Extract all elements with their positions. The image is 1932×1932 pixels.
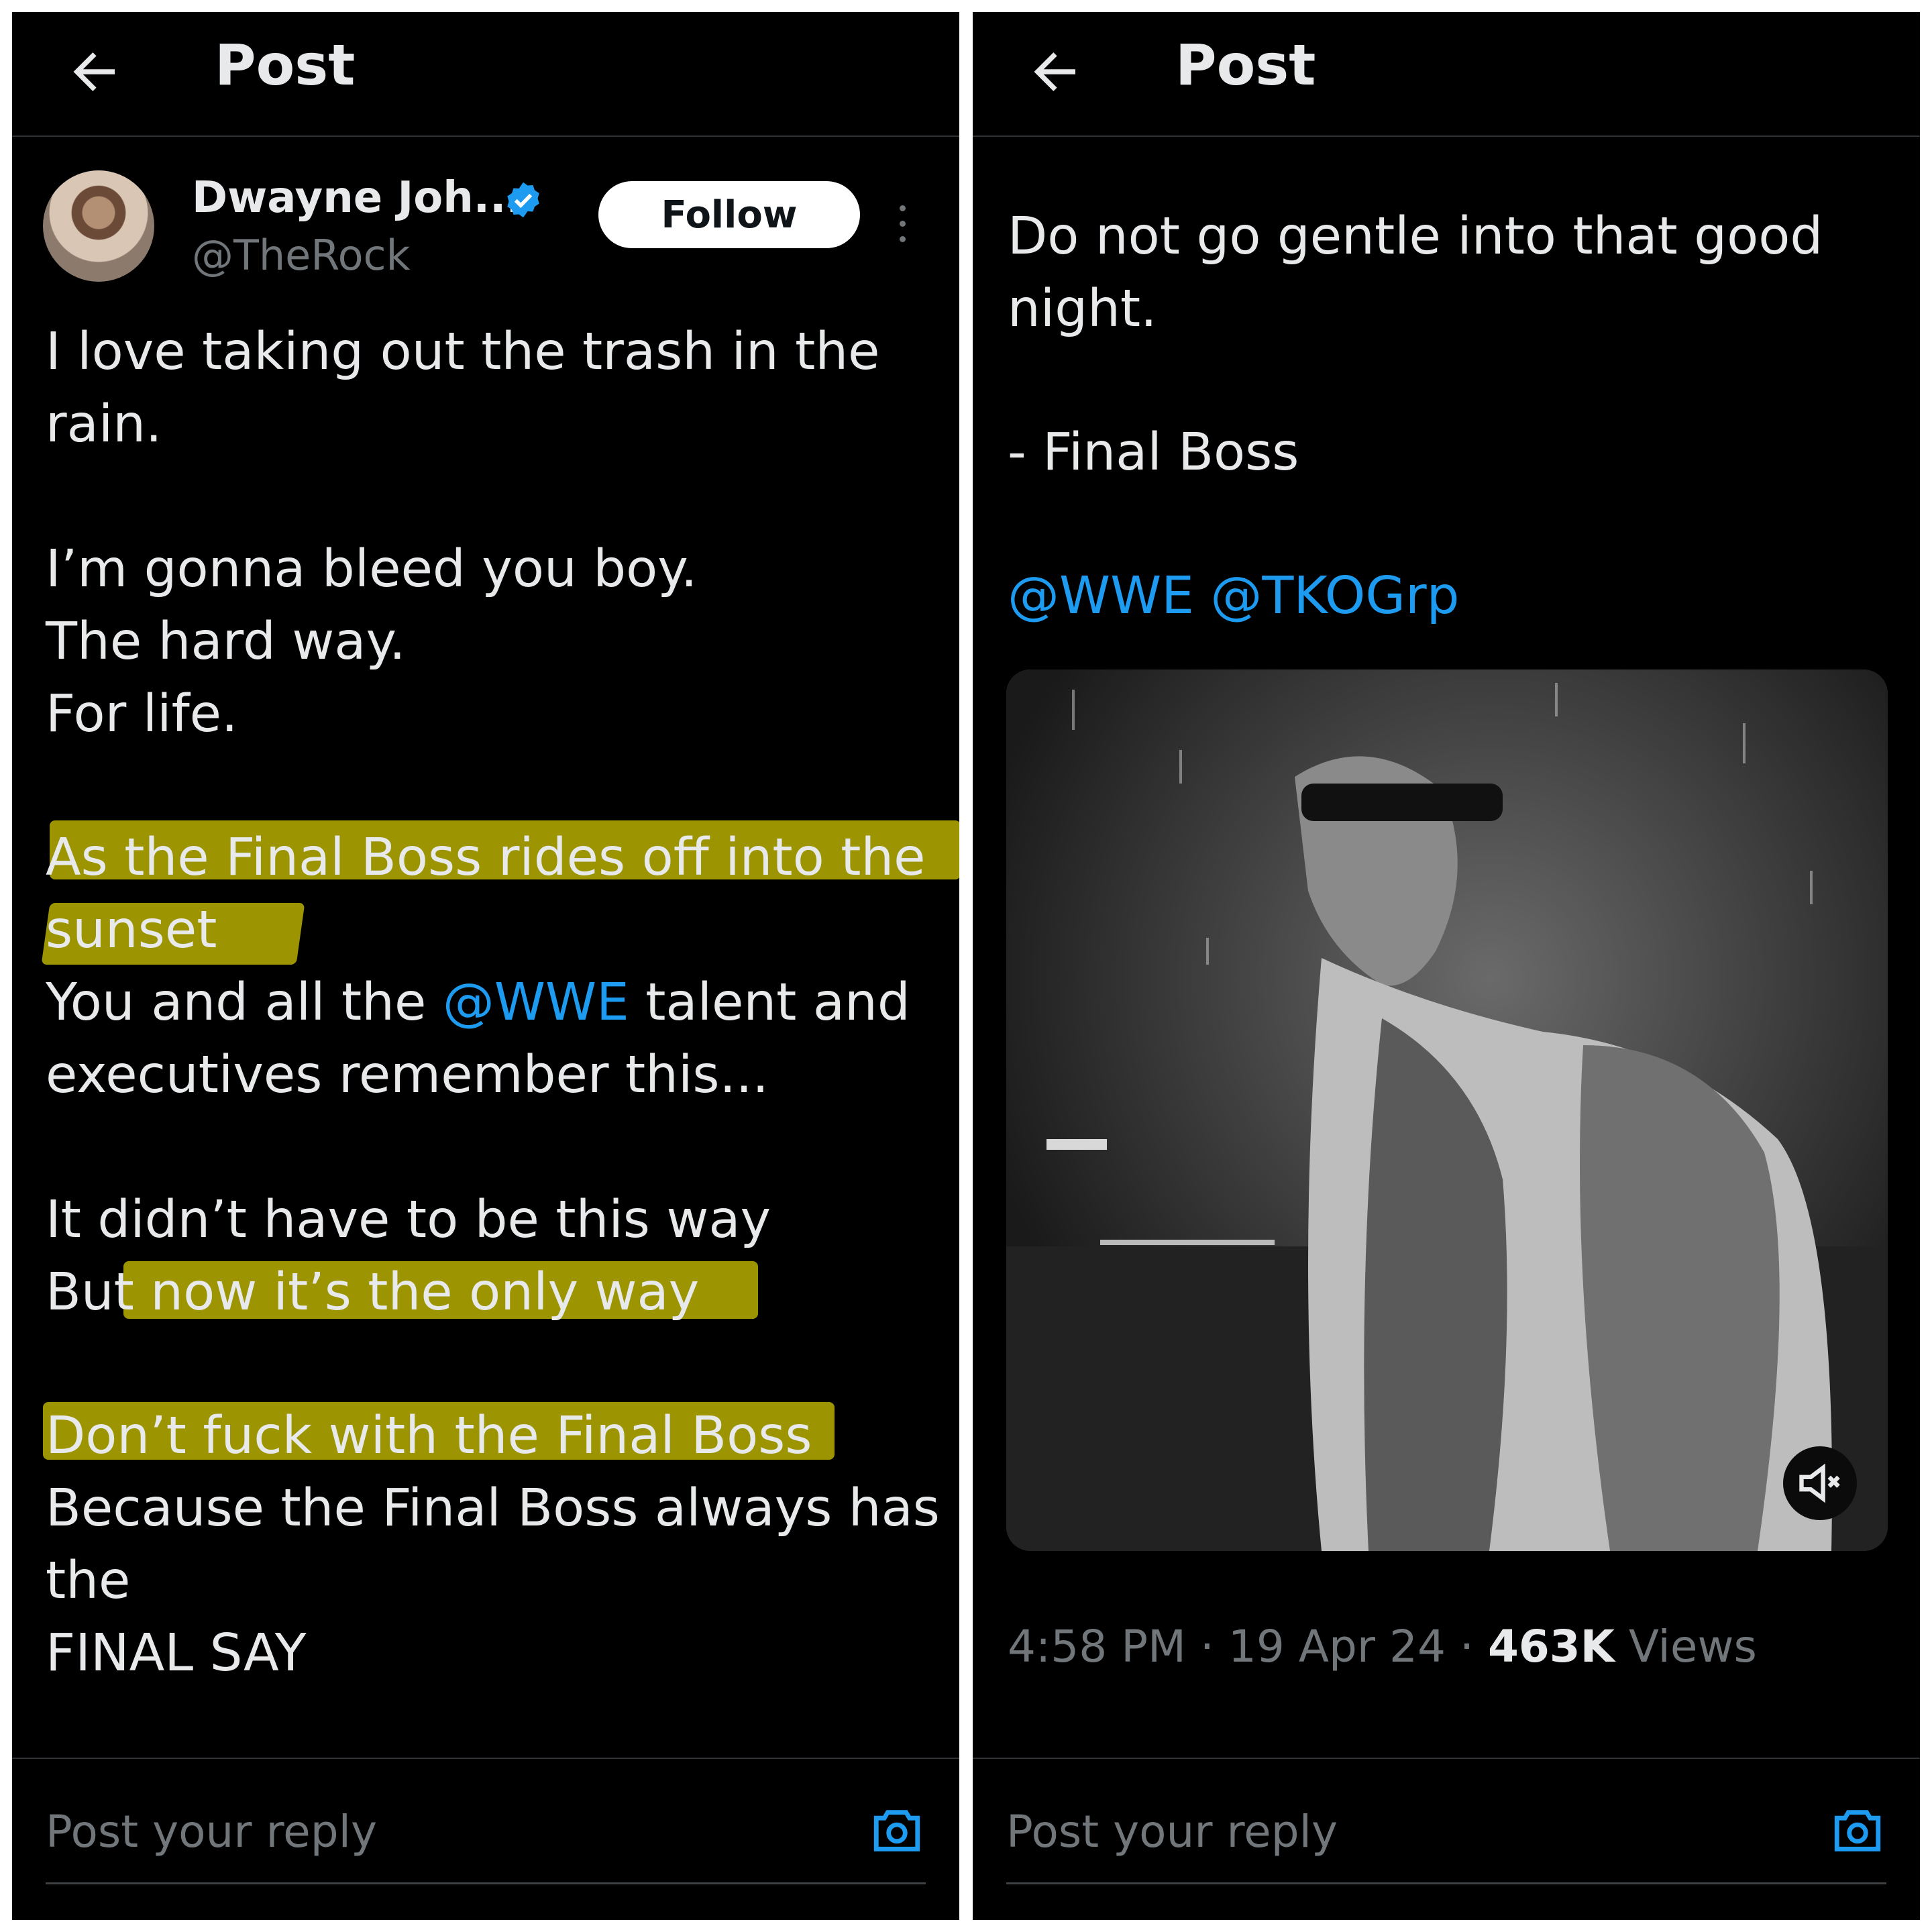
reply-bar: Post your reply <box>12 1758 959 1920</box>
post-line: It didn’t have to be this way <box>46 1190 771 1250</box>
avatar[interactable] <box>43 170 154 282</box>
meta-separator: · <box>1185 1621 1228 1672</box>
right-post-panel: Post Do not go gentle into that good nig… <box>973 12 1920 1920</box>
post-line: executives remember this... <box>46 1045 769 1105</box>
post-line: rain. <box>46 394 162 454</box>
post-text-span: talent and <box>629 973 910 1032</box>
post-time: 4:58 PM <box>1008 1621 1186 1672</box>
more-options-icon[interactable] <box>896 205 908 248</box>
left-post-panel: Post Dwayne Joh... @TheRock Follow I lov… <box>12 12 959 1920</box>
post-line: sunset <box>46 900 217 960</box>
back-arrow-icon[interactable] <box>64 42 125 102</box>
post-header: Post <box>973 12 1920 137</box>
post-line: For life. <box>46 684 238 744</box>
reply-input[interactable]: Post your reply <box>1006 1806 1338 1858</box>
reply-bar: Post your reply <box>973 1758 1920 1920</box>
post-line: Because the Final Boss always has <box>46 1479 940 1538</box>
post-line: night. <box>1008 279 1157 339</box>
views-count[interactable]: 463K <box>1488 1621 1615 1672</box>
post-line: The hard way. <box>46 612 406 672</box>
page-title: Post <box>1175 32 1316 98</box>
post-metadata: 4:58 PM · 19 Apr 24 · 463K Views <box>1008 1621 1757 1672</box>
author-name[interactable]: Dwayne Joh... <box>192 173 523 223</box>
post-text-span: You and all the <box>46 973 443 1032</box>
mention-link-wwe[interactable]: @WWE <box>443 973 629 1032</box>
views-label: Views <box>1614 1621 1757 1672</box>
post-line: the <box>46 1551 131 1611</box>
post-line: You and all the @WWE talent and <box>46 967 910 1038</box>
post-line: I’m gonna bleed you boy. <box>46 539 698 599</box>
post-line: FINAL SAY <box>46 1623 307 1683</box>
mention-links[interactable]: @WWE @TKOGrp <box>1008 561 1460 632</box>
mute-button[interactable] <box>1783 1446 1857 1520</box>
reply-underline <box>46 1882 926 1884</box>
verified-badge-icon <box>507 182 539 218</box>
post-header: Post <box>12 12 959 137</box>
follow-button[interactable]: Follow <box>598 181 860 248</box>
camera-icon[interactable] <box>869 1803 924 1858</box>
post-line: Don’t fuck with the Final Boss <box>46 1406 812 1466</box>
author-handle[interactable]: @TheRock <box>192 231 411 280</box>
post-line: But now it’s the only way <box>46 1263 700 1322</box>
post-line: I love taking out the trash in the <box>46 322 880 382</box>
camera-icon[interactable] <box>1830 1803 1885 1858</box>
page-title: Post <box>215 32 356 98</box>
post-line: Do not go gentle into that good <box>1008 207 1823 266</box>
reply-underline <box>1006 1882 1886 1884</box>
post-line: - Final Boss <box>1008 423 1299 482</box>
meta-separator: · <box>1446 1621 1488 1672</box>
post-line: As the Final Boss rides off into the <box>46 828 926 888</box>
video-frame <box>1006 669 1888 1551</box>
video-player[interactable] <box>1006 669 1888 1551</box>
post-date: 19 Apr 24 <box>1228 1621 1446 1672</box>
reply-input[interactable]: Post your reply <box>46 1806 377 1858</box>
mute-icon <box>1799 1463 1840 1503</box>
back-arrow-icon[interactable] <box>1025 42 1085 102</box>
